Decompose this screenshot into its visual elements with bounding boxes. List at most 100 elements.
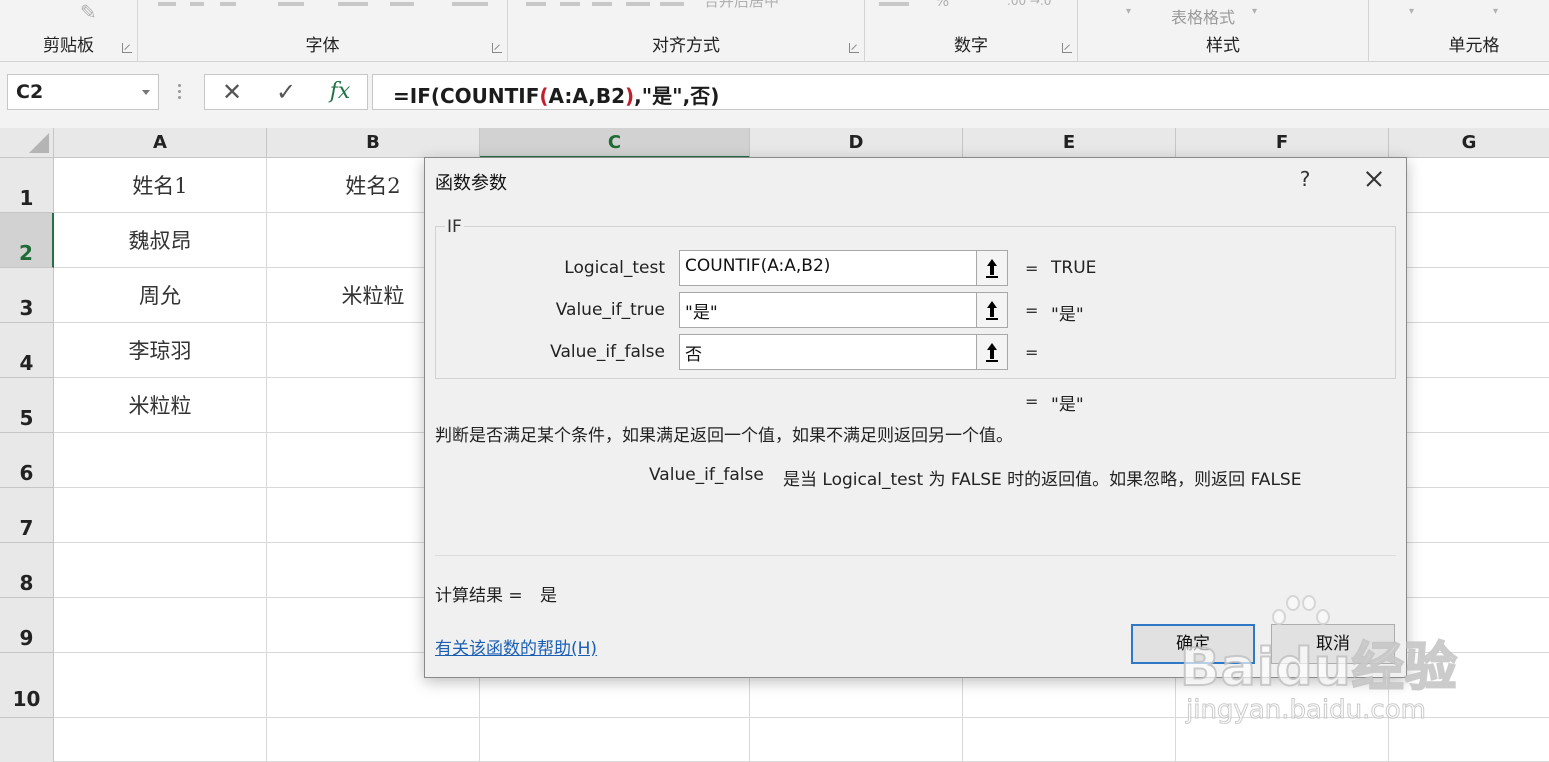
row-header-5[interactable]: 5 (0, 378, 54, 433)
row-header-4[interactable]: 4 (0, 323, 54, 378)
cancel-icon[interactable]: ✕ (217, 79, 247, 105)
formula-input[interactable]: =IF(COUNTIF(A:A,B2),"是",否) (372, 74, 1549, 110)
format-painter-icon[interactable]: ✎ (80, 0, 97, 24)
row-header-8[interactable]: 8 (0, 543, 54, 598)
italic-icon[interactable] (190, 2, 204, 6)
name-box[interactable]: C2 (7, 74, 159, 110)
increase-indent-icon[interactable] (660, 2, 684, 6)
cell-b11[interactable] (267, 718, 480, 762)
decrease-indent-icon[interactable] (626, 2, 650, 6)
number-launcher-icon[interactable] (1062, 43, 1072, 53)
row-header-1[interactable]: 1 (0, 158, 54, 213)
font-color-icon[interactable] (390, 2, 414, 6)
align-left-icon[interactable] (526, 2, 546, 6)
row-header-6[interactable]: 6 (0, 433, 54, 488)
conditional-format-dropdown-icon[interactable]: ▾ (1126, 6, 1131, 17)
cell-g5[interactable] (1389, 378, 1549, 433)
cell-g10[interactable] (1389, 653, 1549, 718)
resize-handle-icon[interactable] (178, 84, 182, 102)
cell-a8[interactable] (54, 543, 267, 598)
cell-a10[interactable] (54, 653, 267, 718)
close-icon[interactable] (1359, 164, 1389, 194)
decimal-button[interactable]: .00 →.0 (1007, 0, 1051, 8)
currency-icon[interactable] (879, 2, 909, 6)
column-header-f[interactable]: F (1176, 128, 1389, 158)
insert-function-icon[interactable]: fx (325, 79, 355, 105)
arg-row-value-if-true: Value_if_true "是" = "是" (425, 292, 1408, 332)
row-number: 6 (19, 461, 34, 485)
row-number: 9 (19, 626, 34, 650)
cell-g7[interactable] (1389, 488, 1549, 543)
merge-center-button[interactable]: 合并后居中 (704, 0, 779, 11)
cell-g6[interactable] (1389, 433, 1549, 488)
collapse-dialog-icon[interactable] (976, 250, 1008, 286)
cell-c11[interactable] (480, 718, 750, 762)
cell-a6[interactable] (54, 433, 267, 488)
ok-button[interactable]: 确定 (1131, 624, 1255, 664)
table-format-button[interactable]: 表格格式 (1171, 4, 1235, 28)
column-header-b[interactable]: B (267, 128, 480, 158)
cell-e11[interactable] (963, 718, 1176, 762)
column-header-e[interactable]: E (963, 128, 1176, 158)
bold-icon[interactable] (158, 2, 176, 6)
arg-input-logical-test[interactable]: COUNTIF(A:A,B2) (679, 250, 977, 286)
function-help-link[interactable]: 有关该函数的帮助(H) (435, 634, 597, 659)
cell-a11[interactable] (54, 718, 267, 762)
border-icon[interactable] (278, 2, 304, 6)
row-header-2[interactable]: 2 (0, 213, 54, 268)
align-right-icon[interactable] (592, 2, 612, 6)
percent-button[interactable]: % (935, 0, 949, 10)
row-header-9[interactable]: 9 (0, 598, 54, 653)
fill-color-icon[interactable] (338, 2, 368, 6)
enter-icon[interactable]: ✓ (271, 79, 301, 105)
cell-a2[interactable]: 魏叔昂 (54, 213, 267, 268)
cell-a9[interactable] (54, 598, 267, 653)
collapse-dialog-icon[interactable] (976, 334, 1008, 370)
cell-g8[interactable] (1389, 543, 1549, 598)
cancel-button[interactable]: 取消 (1271, 624, 1395, 664)
function-description: 判断是否满足某个条件，如果满足返回一个值，如果不满足则返回另一个值。 (435, 426, 1013, 446)
calc-result-value: 是 (540, 586, 557, 606)
align-center-icon[interactable] (560, 2, 580, 6)
row-number: 7 (19, 516, 34, 540)
arg-input-value-if-false[interactable]: 否 (679, 334, 977, 370)
cell-g4[interactable] (1389, 323, 1549, 378)
select-all-corner[interactable] (0, 128, 54, 158)
ribbon-group-font: 字体 (138, 0, 508, 62)
arg-result: "是" (1051, 305, 1084, 325)
alignment-launcher-icon[interactable] (849, 43, 859, 53)
cell-g1[interactable] (1389, 158, 1549, 213)
table-format-dropdown-icon[interactable]: ▾ (1252, 6, 1257, 17)
cell-a4[interactable]: 李琼羽 (54, 323, 267, 378)
cell-g3[interactable] (1389, 268, 1549, 323)
column-header-g[interactable]: G (1389, 128, 1549, 158)
arg-input-value-if-true[interactable]: "是" (679, 292, 977, 328)
font-launcher-icon[interactable] (492, 43, 502, 53)
cell-a1[interactable]: 姓名1 (54, 158, 267, 213)
function-name: IF (445, 217, 464, 237)
cell-a5[interactable]: 米粒粒 (54, 378, 267, 433)
clipboard-launcher-icon[interactable] (122, 43, 132, 53)
help-icon[interactable]: ? (1293, 167, 1317, 191)
row-header-7[interactable]: 7 (0, 488, 54, 543)
cell-a3[interactable]: 周允 (54, 268, 267, 323)
cell-a7[interactable] (54, 488, 267, 543)
column-header-c[interactable]: C (480, 128, 750, 158)
insert-dropdown-icon[interactable]: ▾ (1409, 6, 1414, 17)
name-box-dropdown-icon[interactable] (142, 90, 150, 95)
collapse-dialog-icon[interactable] (976, 292, 1008, 328)
cell-f11[interactable] (1176, 718, 1389, 762)
arg-label: Value_if_true (555, 300, 665, 320)
underline-icon[interactable] (220, 2, 236, 6)
column-header-d[interactable]: D (750, 128, 963, 158)
cell-g2[interactable] (1389, 213, 1549, 268)
row-header-3[interactable]: 3 (0, 268, 54, 323)
cell-g9[interactable] (1389, 598, 1549, 653)
cell-d11[interactable] (750, 718, 963, 762)
row-header-11[interactable] (0, 718, 54, 762)
column-header-a[interactable]: A (54, 128, 267, 158)
phonetic-icon[interactable] (452, 2, 488, 6)
cell-g11[interactable] (1389, 718, 1549, 762)
row-header-10[interactable]: 10 (0, 653, 54, 718)
delete-dropdown-icon[interactable]: ▾ (1493, 6, 1498, 17)
